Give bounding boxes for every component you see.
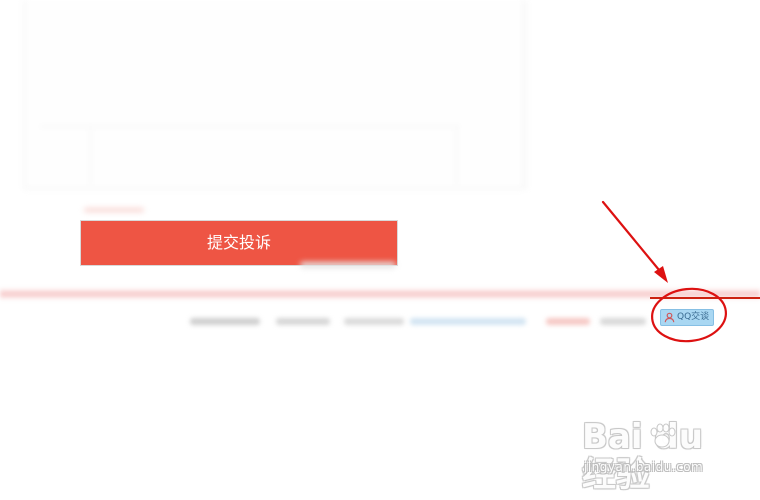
submit-complaint-button[interactable]: 提交投诉 bbox=[80, 220, 398, 266]
blurred-hint-mark bbox=[84, 208, 144, 212]
footer-red-rule bbox=[650, 297, 760, 299]
vertical-divider bbox=[526, 0, 527, 190]
watermark-url: jingyan.baidu.com bbox=[584, 460, 704, 474]
qq-chat-button[interactable]: QQ交谈 bbox=[660, 309, 714, 326]
footer-divider-band bbox=[0, 288, 760, 300]
footer-link-blurred bbox=[344, 318, 404, 325]
footer-link-blurred bbox=[546, 318, 590, 325]
qq-chat-label: QQ交谈 bbox=[677, 312, 710, 322]
baidu-jingyan-watermark: Bai du 经验 jingyan.baidu.com bbox=[582, 418, 742, 494]
blurred-text-smudge bbox=[300, 262, 396, 268]
footer-link-blurred bbox=[276, 318, 330, 325]
complaint-form-box bbox=[24, 0, 524, 189]
footer-link-blurred bbox=[190, 318, 260, 325]
footer-link-blurred bbox=[410, 318, 526, 325]
footer-link-blurred bbox=[600, 318, 646, 325]
page: 提交投诉 QQ交谈 Bai du 经验 jingyan.baidu.com bbox=[0, 0, 760, 500]
form-divider bbox=[40, 126, 460, 127]
form-label-column bbox=[40, 126, 91, 184]
user-icon bbox=[664, 312, 675, 323]
form-right-edge bbox=[456, 126, 457, 184]
paw-icon bbox=[650, 423, 676, 448]
